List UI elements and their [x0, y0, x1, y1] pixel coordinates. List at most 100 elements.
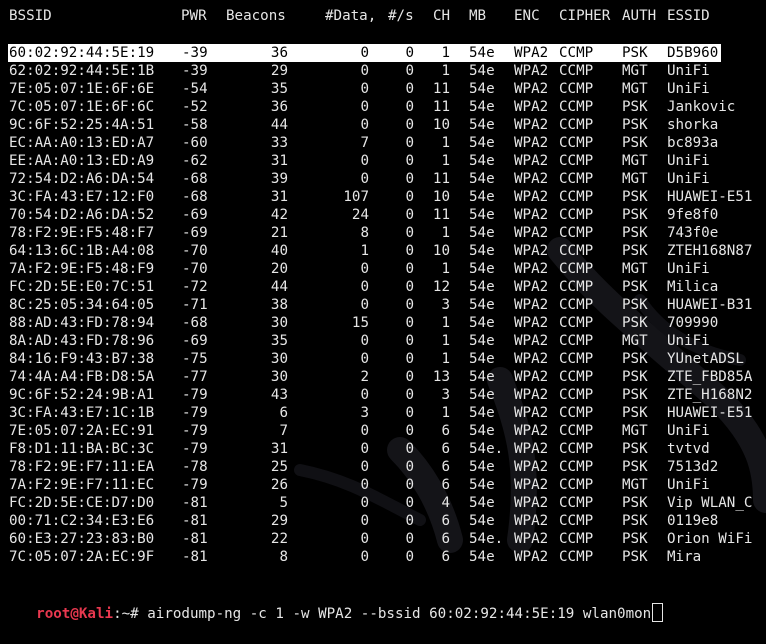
cell-pwr: -68 [182, 315, 208, 331]
cell-enc: WPA2 [514, 207, 549, 223]
cell-mb: 54e [469, 351, 495, 367]
cell-bssid: 7E:05:07:1E:6F:6E [9, 81, 155, 97]
cell-rate: 0 [405, 279, 414, 295]
cell-data: 107 [343, 189, 369, 205]
cell-essid: UniFi [667, 261, 710, 277]
cell-beacons: 39 [270, 171, 288, 187]
cell-bssid: 60:02:92:44:5E:19 [9, 45, 155, 61]
cell-enc: WPA2 [514, 441, 549, 457]
cell-data: 0 [360, 297, 369, 313]
cell-bssid: 70:54:D2:A6:DA:52 [9, 207, 155, 223]
cell-rate: 0 [405, 351, 414, 367]
cell-beacons: 22 [270, 531, 288, 547]
cell-rate: 0 [405, 45, 414, 61]
cell-beacons: 36 [270, 99, 288, 115]
cell-mb: 54e. [469, 531, 504, 547]
cell-auth: PSK [622, 279, 648, 295]
cell-mb: 54e [469, 495, 495, 511]
table-row: 70:54:D2:A6:DA:52 -69 42 24 0 11 54e WPA2 CCMP PS… [0, 206, 766, 224]
cell-auth: PSK [622, 531, 648, 547]
cell-beacons: 5 [279, 495, 288, 511]
table-row: EC:AA:A0:13:ED:A7 -60 33 7 0 1 54e WPA2 CCMP PSK b… [0, 134, 766, 152]
cell-mb: 54e [469, 135, 495, 151]
cell-mb: 54e [469, 423, 495, 439]
cell-beacons: 31 [270, 189, 288, 205]
command-text[interactable]: airodump-ng -c 1 -w WPA2 --bssid 60:02:9… [147, 606, 651, 622]
cell-enc: WPA2 [514, 225, 549, 241]
cell-ch: 12 [432, 279, 450, 295]
cell-rate: 0 [405, 189, 414, 205]
table-row: 7A:F2:9E:F7:11:EC -79 26 0 0 6 54e WPA2 CCMP MGT U… [0, 476, 766, 494]
cell-essid: UniFi [667, 153, 710, 169]
cell-beacons: 30 [270, 315, 288, 331]
header-essid: ESSID [667, 8, 710, 24]
cell-pwr: -60 [182, 135, 208, 151]
cell-data: 0 [360, 387, 369, 403]
cell-ch: 3 [441, 387, 450, 403]
cell-enc: WPA2 [514, 477, 549, 493]
cell-enc: WPA2 [514, 135, 549, 151]
cell-rate: 0 [405, 171, 414, 187]
terminal-window[interactable]: BSSID PWR Beacons #Data, #/s CH MB ENC C… [0, 0, 766, 622]
cell-mb: 54e [469, 117, 495, 133]
cell-pwr: -79 [182, 405, 208, 421]
cell-essid: 9fe8f0 [667, 207, 719, 223]
cell-cipher: CCMP [559, 189, 594, 205]
cell-enc: WPA2 [514, 153, 549, 169]
table-row: 60:E3:27:23:83:B0 -81 22 0 0 6 54e. WPA2 CCMP PSK… [0, 530, 766, 548]
cell-enc: WPA2 [514, 297, 549, 313]
cell-auth: PSK [622, 315, 648, 331]
cell-pwr: -69 [182, 225, 208, 241]
table-row: 9C:6F:52:24:9B:A1 -79 43 0 0 3 54e WPA2 CCMP PSK Z… [0, 386, 766, 404]
cell-pwr: -39 [182, 45, 208, 61]
cell-data: 7 [360, 135, 369, 151]
cell-bssid: 78:F2:9E:F5:48:F7 [9, 225, 155, 241]
cell-data: 0 [360, 117, 369, 133]
cell-ch: 1 [441, 45, 450, 61]
cell-essid: Orion WiFi [667, 531, 753, 547]
cell-pwr: -54 [182, 81, 208, 97]
cell-cipher: CCMP [559, 369, 594, 385]
cell-pwr: -69 [182, 207, 208, 223]
cell-enc: WPA2 [514, 45, 549, 61]
cell-mb: 54e [469, 279, 495, 295]
cell-rate: 0 [405, 297, 414, 313]
cell-auth: PSK [622, 117, 648, 133]
cell-essid: ZTEH168N87 [667, 243, 753, 259]
cell-beacons: 43 [270, 387, 288, 403]
command-prompt[interactable]: root@Kali:~# airodump-ng -c 1 -w WPA2 --… [2, 583, 664, 622]
cell-enc: WPA2 [514, 423, 549, 439]
cell-auth: PSK [622, 135, 648, 151]
cell-essid: ZTE_FBD85A [667, 369, 753, 385]
cell-enc: WPA2 [514, 99, 549, 115]
cell-auth: PSK [622, 297, 648, 313]
cell-enc: WPA2 [514, 549, 549, 565]
cell-beacons: 33 [270, 135, 288, 151]
cell-rate: 0 [405, 549, 414, 565]
cell-ch: 1 [441, 261, 450, 277]
cell-pwr: -39 [182, 63, 208, 79]
cell-pwr: -78 [182, 459, 208, 475]
cell-ch: 10 [432, 189, 450, 205]
cell-enc: WPA2 [514, 333, 549, 349]
cell-ch: 6 [441, 441, 450, 457]
cell-data: 8 [360, 225, 369, 241]
header-rate: #/s [388, 8, 414, 24]
cell-cipher: CCMP [559, 135, 594, 151]
cell-pwr: -81 [182, 513, 208, 529]
cell-bssid: F8:D1:11:BA:BC:3C [9, 441, 155, 457]
cell-cipher: CCMP [559, 153, 594, 169]
cell-rate: 0 [405, 441, 414, 457]
cell-auth: MGT [622, 63, 648, 79]
header-mb: MB [469, 8, 487, 24]
cell-auth: PSK [622, 99, 648, 115]
header-data: #Data, [325, 8, 377, 24]
cell-data: 0 [360, 63, 369, 79]
cell-rate: 0 [405, 459, 414, 475]
cell-auth: MGT [622, 477, 648, 493]
cell-rate: 0 [405, 153, 414, 169]
cell-bssid: 74:4A:A4:FB:D8:5A [9, 369, 155, 385]
header-enc: ENC [514, 8, 540, 24]
table-row: 3C:FA:43:E7:1C:1B -79 6 3 0 1 54e WPA2 CCMP PSK HU… [0, 404, 766, 422]
cell-bssid: EE:AA:A0:13:ED:A9 [9, 153, 155, 169]
